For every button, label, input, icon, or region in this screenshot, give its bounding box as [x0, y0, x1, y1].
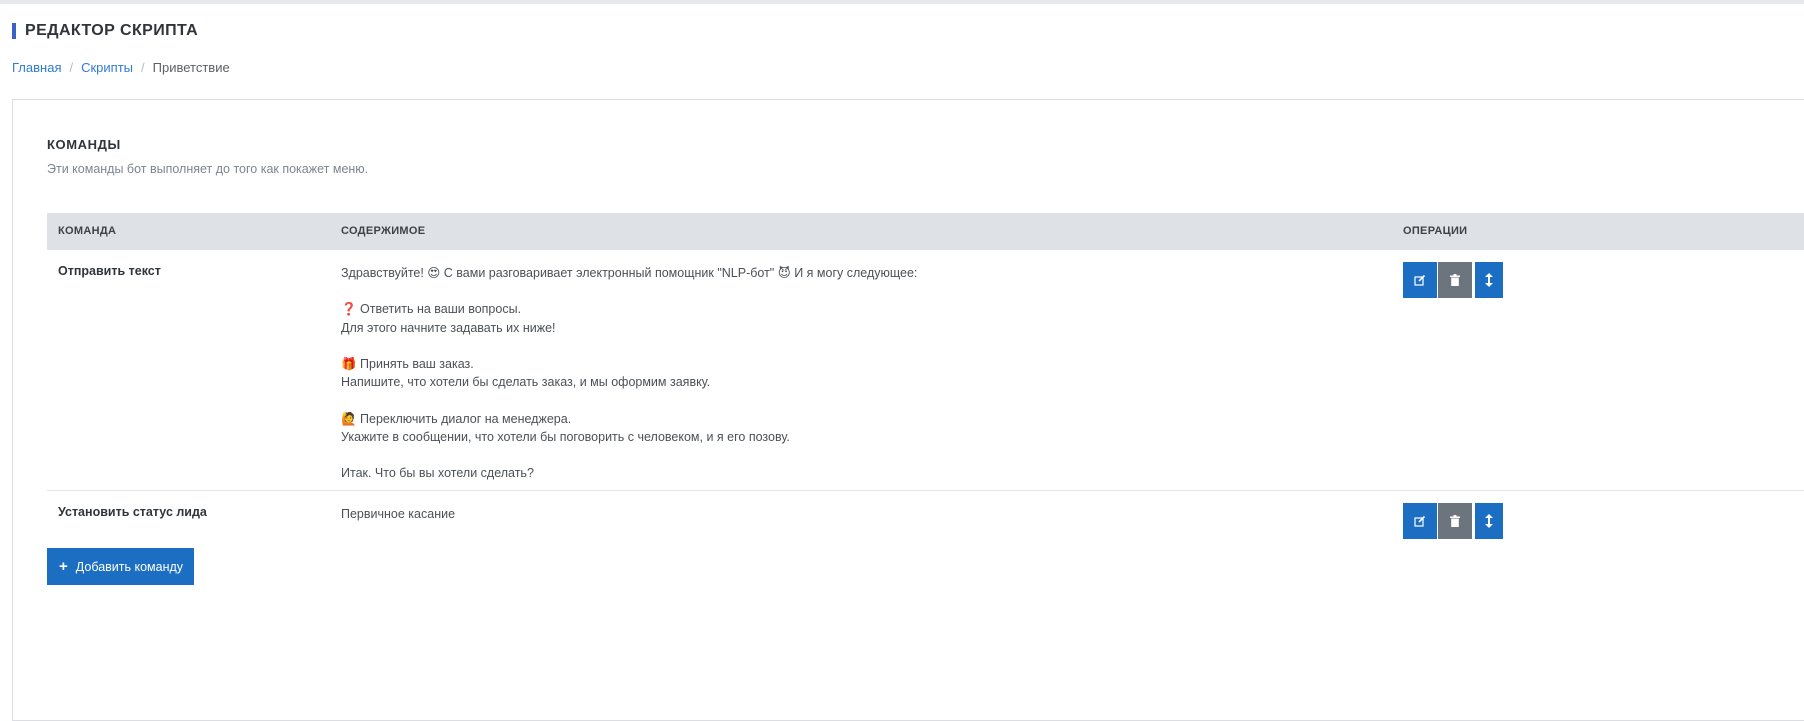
- breadcrumb-current: Приветствие: [152, 60, 230, 75]
- vertical-arrows-icon: [1485, 273, 1493, 287]
- vertical-arrows-icon: [1485, 514, 1493, 528]
- breadcrumb-home-link[interactable]: Главная: [12, 60, 61, 75]
- content-line: Для этого начните задавать их ниже!: [341, 320, 556, 335]
- section-title: КОМАНДЫ: [47, 137, 121, 152]
- row-operations: [1403, 503, 1503, 539]
- command-name: Отправить текст: [58, 264, 161, 278]
- trash-icon: [1450, 515, 1460, 527]
- add-command-button[interactable]: + Добавить команду: [47, 548, 195, 585]
- section-subtitle: Эти команды бот выполняет до того как по…: [47, 162, 369, 176]
- content-line: Первичное касание: [341, 507, 456, 521]
- content-line: [341, 337, 917, 355]
- content-line: [341, 446, 917, 464]
- content-line: Здравствуйте! 😍 С вами разговаривает эле…: [341, 266, 918, 280]
- content-line: Напишите, что хотели бы сделать заказ, и…: [341, 375, 711, 390]
- breadcrumb-separator: /: [141, 60, 145, 75]
- table-row: Отправить текст Здравствуйте! 😍 С вами р…: [47, 250, 1804, 491]
- breadcrumb-separator: /: [69, 60, 74, 75]
- edit-icon: [1414, 274, 1426, 286]
- commands-table: КОМАНДА СОДЕРЖИМОЕ ОПЕРАЦИИ Отправить те…: [47, 213, 1804, 551]
- edit-button[interactable]: [1403, 262, 1437, 298]
- edit-button[interactable]: [1403, 503, 1437, 539]
- command-content: Первичное касание: [341, 505, 455, 523]
- content-line: ❓ Ответить на ваши вопросы.: [341, 302, 522, 317]
- row-operations: [1403, 262, 1503, 298]
- content-line: Укажите в сообщении, что хотели бы погов…: [341, 429, 790, 444]
- content-line: 🎁 Принять ваш заказ.: [341, 356, 474, 371]
- command-name: Установить статус лида: [58, 505, 207, 519]
- table-row: Установить статус лида Первичное касание: [47, 491, 1804, 551]
- add-command-label: Добавить команду: [75, 559, 184, 574]
- command-content: Здравствуйте! 😍 С вами разговаривает эле…: [341, 264, 917, 482]
- content-line: [341, 391, 917, 409]
- delete-button[interactable]: [1438, 262, 1472, 298]
- top-divider: [0, 0, 1804, 4]
- breadcrumb: Главная / Скрипты / Приветствие: [12, 61, 230, 75]
- table-header: КОМАНДА СОДЕРЖИМОЕ ОПЕРАЦИИ: [47, 213, 1804, 250]
- header-command: КОМАНДА: [58, 225, 117, 237]
- breadcrumb-scripts-link[interactable]: Скрипты: [81, 60, 133, 75]
- trash-icon: [1450, 274, 1460, 286]
- move-button[interactable]: [1475, 262, 1503, 298]
- page-title: РЕДАКТОР СКРИПТА: [12, 23, 198, 39]
- plus-icon: +: [59, 558, 68, 575]
- content-line: Итак. Что бы вы хотели сделать?: [341, 466, 534, 481]
- content-line: 🙋 Переключить диалог на менеджера.: [341, 411, 572, 426]
- delete-button[interactable]: [1438, 503, 1472, 539]
- content-line: [341, 282, 917, 300]
- header-content: СОДЕРЖИМОЕ: [341, 225, 426, 237]
- header-operations: ОПЕРАЦИИ: [1403, 225, 1468, 237]
- move-button[interactable]: [1475, 503, 1503, 539]
- edit-icon: [1414, 515, 1426, 527]
